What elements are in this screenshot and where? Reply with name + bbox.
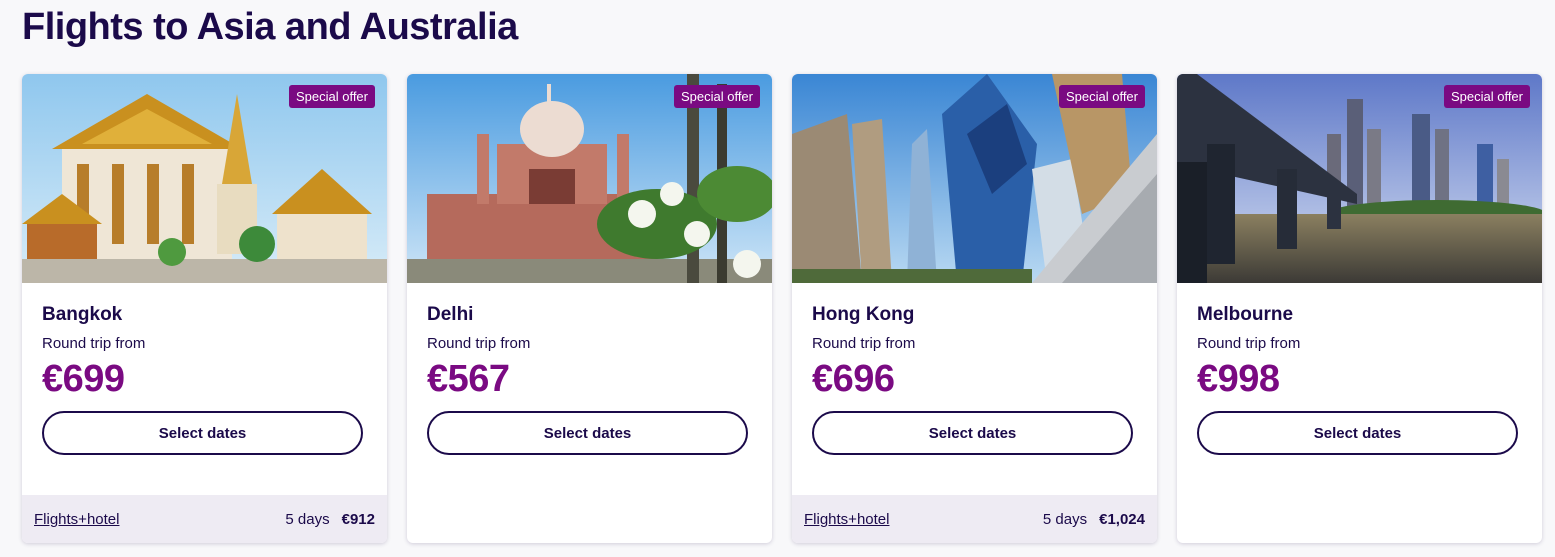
price-value: €699 (42, 358, 125, 400)
destination-photo-bangkok[interactable]: Special offer (22, 74, 387, 283)
select-dates-button[interactable]: Select dates (42, 411, 363, 455)
package-duration: 5 days (1042, 510, 1088, 528)
destination-photo-hong-kong[interactable]: Special offer (792, 74, 1157, 283)
destination-name: Hong Kong (812, 304, 915, 325)
package-price: €912 (341, 510, 375, 528)
package-duration: 5 days (285, 510, 330, 528)
flights-hotel-link[interactable]: Flights+hotel (804, 511, 889, 528)
special-offer-badge: Special offer (673, 85, 760, 108)
special-offer-badge: Special offer (1443, 85, 1530, 108)
price-caption: Round trip from (427, 335, 531, 352)
destination-name: Bangkok (42, 304, 123, 325)
destination-name: Delhi (427, 304, 474, 325)
select-dates-button[interactable]: Select dates (427, 411, 748, 455)
flights-hotel-footer: Flights+hotel 5 days €912 (22, 495, 387, 543)
destination-cards: Special offer Bangkok Round trip from €6… (22, 74, 1542, 543)
select-dates-button[interactable]: Select dates (812, 411, 1133, 455)
destination-card-melbourne[interactable]: Special offer Melbourne Round trip from … (1177, 74, 1542, 543)
destination-card-delhi[interactable]: Special offer Delhi Round trip from €567… (407, 74, 772, 543)
select-dates-button[interactable]: Select dates (1197, 411, 1518, 455)
destination-card-bangkok[interactable]: Special offer Bangkok Round trip from €6… (22, 74, 387, 543)
destination-name: Melbourne (1197, 304, 1294, 325)
page: Flights to Asia and Australia Special of… (0, 0, 1555, 557)
price-value: €696 (812, 358, 895, 400)
price-caption: Round trip from (812, 335, 916, 352)
package-price: €1,024 (1099, 510, 1145, 528)
flights-hotel-link[interactable]: Flights+hotel (34, 511, 119, 528)
destination-photo-delhi[interactable]: Special offer (407, 74, 772, 283)
destination-card-hong-kong[interactable]: Special offer Hong Kong Round trip from … (792, 74, 1157, 543)
price-value: €998 (1197, 358, 1280, 400)
price-value: €567 (427, 358, 510, 400)
special-offer-badge: Special offer (288, 85, 375, 108)
price-caption: Round trip from (42, 335, 146, 352)
page-title: Flights to Asia and Australia (22, 6, 518, 48)
price-caption: Round trip from (1197, 335, 1301, 352)
destination-photo-melbourne[interactable]: Special offer (1177, 74, 1542, 283)
flights-hotel-footer: Flights+hotel 5 days €1,024 (792, 495, 1157, 543)
special-offer-badge: Special offer (1058, 85, 1145, 108)
